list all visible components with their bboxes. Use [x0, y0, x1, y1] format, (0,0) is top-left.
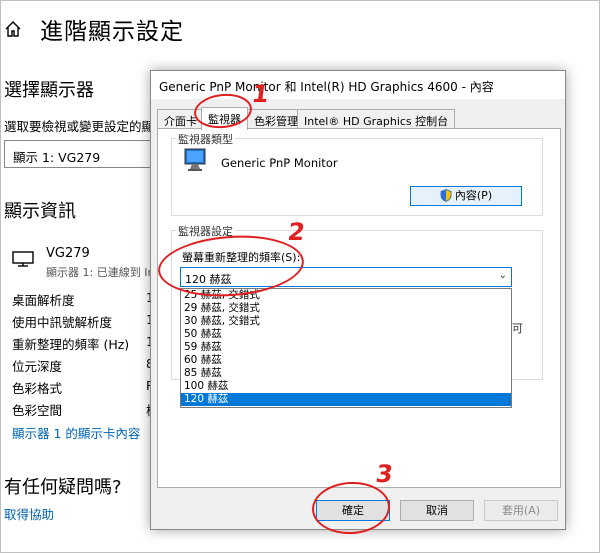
refresh-option[interactable]: 30 赫茲, 交錯式 [181, 315, 511, 328]
uac-shield-icon [440, 189, 452, 202]
display-info-heading: 顯示資訊 [4, 201, 76, 222]
display-select[interactable]: 顯示 1: VG279 [4, 140, 154, 168]
dialog-title: Generic PnP Monitor 和 Intel(R) HD Graphi… [159, 80, 494, 94]
refresh-rate-dropdown[interactable]: 120 赫茲 ⌄ [180, 267, 512, 287]
info-label: 桌面解析度 [12, 293, 75, 308]
monitor-type-label: 監視器類型 [176, 131, 235, 147]
cancel-button[interactable]: 取消 [400, 500, 474, 521]
partial-hidden-text: 可 [512, 322, 523, 335]
tab-monitor[interactable]: 監視器 [201, 107, 248, 130]
select-display-heading: 選擇顯示器 [4, 80, 94, 101]
tab-adapter[interactable]: 介面卡 [157, 109, 204, 129]
properties-button[interactable]: 內容(P) [410, 186, 522, 206]
chevron-down-icon: ⌄ [498, 270, 507, 281]
ok-button[interactable]: 確定 [316, 500, 390, 521]
adapter-properties-link[interactable]: 顯示器 1 的顯示卡內容 [12, 423, 140, 442]
refresh-rate-value: 120 赫茲 [185, 273, 232, 286]
monitor-icon [184, 148, 206, 171]
properties-button-label: 內容(P) [454, 189, 493, 202]
refresh-rate-label: 螢幕重新整理的頻率(S): [182, 251, 301, 264]
refresh-option[interactable]: 25 赫茲, 交錯式 [181, 289, 511, 302]
apply-button: 套用(A) [484, 500, 558, 521]
dialog-titlebar[interactable]: Generic PnP Monitor 和 Intel(R) HD Graphi… [151, 71, 565, 99]
refresh-option[interactable]: 29 赫茲, 交錯式 [181, 302, 511, 315]
get-help-link[interactable]: 取得協助 [4, 504, 54, 523]
info-label: 位元深度 [12, 359, 63, 374]
page-title: 進階顯示設定 [40, 19, 184, 45]
info-label: 重新整理的頻率 (Hz) [12, 337, 130, 352]
home-icon[interactable] [4, 20, 22, 38]
refresh-option-selected[interactable]: 120 赫茲 [181, 393, 511, 406]
question-heading: 有任何疑問嗎? [4, 477, 122, 498]
monitor-name: VG279 [46, 246, 90, 261]
info-label: 使用中訊號解析度 [12, 315, 113, 330]
info-label: 色彩格式 [12, 381, 63, 396]
monitor-type-name: Generic PnP Monitor [221, 156, 338, 170]
tab-intel-control-panel[interactable]: Intel® HD Graphics 控制台 [297, 109, 456, 129]
refresh-option[interactable]: 50 赫茲 [181, 328, 511, 341]
monitor-connection: 顯示器 1: 已連線到 Intel [46, 266, 150, 279]
refresh-option[interactable]: 100 赫茲 [181, 380, 511, 393]
refresh-option[interactable]: 85 赫茲 [181, 367, 511, 380]
monitor-settings-label: 監視器設定 [176, 223, 235, 239]
refresh-option[interactable]: 60 赫茲 [181, 354, 511, 367]
refresh-rate-list: 25 赫茲, 交錯式 29 赫茲, 交錯式 30 赫茲, 交錯式 50 赫茲 5… [180, 288, 512, 408]
monitor-icon [12, 251, 34, 267]
info-label: 色彩空間 [12, 403, 63, 418]
refresh-option[interactable]: 59 赫茲 [181, 341, 511, 354]
select-display-desc: 選取要檢視或變更設定的顯示器 [4, 119, 150, 134]
